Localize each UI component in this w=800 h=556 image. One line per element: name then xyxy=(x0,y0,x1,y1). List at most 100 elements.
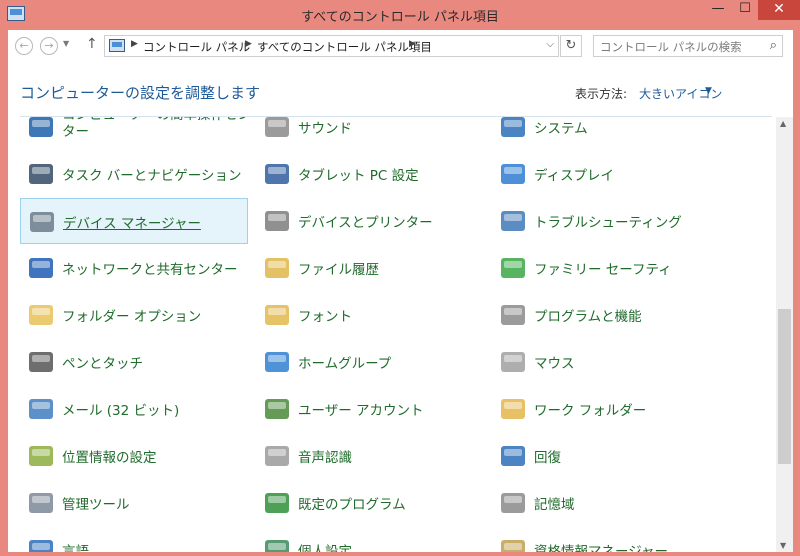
mouse-icon xyxy=(501,352,525,372)
control-panel-item-label: 記憶域 xyxy=(534,497,575,513)
control-panel-item[interactable]: 既定のプログラム xyxy=(256,480,484,526)
control-panel-item-label: ユーザー アカウント xyxy=(298,403,424,419)
breadcrumb-control-panel[interactable]: コントロール パネル xyxy=(143,39,250,55)
control-panel-item[interactable]: コンピューターの簡単操作センター xyxy=(20,117,251,150)
close-button[interactable]: ✕ xyxy=(758,0,800,20)
breadcrumb-separator[interactable]: ▶ xyxy=(409,39,416,49)
control-panel-item[interactable]: ユーザー アカウント xyxy=(256,386,484,432)
control-panel-item[interactable]: 回復 xyxy=(492,433,720,479)
troubleshoot-icon xyxy=(501,211,525,231)
control-panel-item[interactable]: ペンとタッチ xyxy=(20,339,248,385)
control-panel-item-label: ファイル履歴 xyxy=(298,262,379,278)
recovery-icon xyxy=(501,446,525,466)
control-panel-item-label: ディスプレイ xyxy=(534,168,615,184)
control-panel-item-label: デバイス マネージャー xyxy=(63,216,201,232)
window-title: すべてのコントロール パネル項目 xyxy=(301,10,499,25)
page-title: コンピューターの設定を調整します xyxy=(20,84,261,102)
control-panel-item[interactable]: 管理ツール xyxy=(20,480,248,526)
control-panel-item[interactable]: タブレット PC 設定 xyxy=(256,151,484,197)
network-icon xyxy=(29,258,53,278)
vertical-scrollbar[interactable]: ▲ ▼ xyxy=(776,117,793,552)
control-panel-item[interactable]: デバイスとプリンター xyxy=(256,198,484,244)
control-panel-item[interactable]: ディスプレイ xyxy=(492,151,720,197)
monitor-icon xyxy=(501,164,525,184)
control-panel-item[interactable]: ファミリー セーフティ xyxy=(492,245,720,291)
control-panel-item[interactable]: デバイス マネージャー xyxy=(20,198,248,244)
control-panel-item-label: フォント xyxy=(298,309,352,325)
printer-icon xyxy=(265,211,289,231)
font-folder-icon xyxy=(265,305,289,325)
control-panel-item[interactable]: システム xyxy=(492,117,720,150)
programs-icon xyxy=(501,305,525,325)
control-panel-item-label: フォルダー オプション xyxy=(62,309,202,325)
user-accounts-icon xyxy=(265,399,289,419)
control-panel-item[interactable]: プログラムと機能 xyxy=(492,292,720,338)
scroll-down-arrow[interactable]: ▼ xyxy=(780,541,786,550)
ease-of-access-icon xyxy=(29,117,53,137)
scrollbar-thumb[interactable] xyxy=(778,309,791,464)
maximize-button[interactable]: ☐ xyxy=(731,0,759,20)
control-panel-item[interactable]: ネットワークと共有センター xyxy=(20,245,248,291)
storage-spaces-icon xyxy=(501,493,525,513)
work-folder-icon xyxy=(501,399,525,419)
control-panel-item[interactable]: 位置情報の設定 xyxy=(20,433,248,479)
control-panel-item-label: メール (32 ビット) xyxy=(62,403,180,419)
refresh-button[interactable]: ↻ xyxy=(560,35,582,57)
control-panel-item-label: デバイスとプリンター xyxy=(298,215,433,231)
address-dropdown-button[interactable]: ⌵ xyxy=(546,39,554,50)
address-bar[interactable]: ▶ コントロール パネル ▶ すべてのコントロール パネル項目 ▶ ⌵ xyxy=(104,35,559,57)
control-panel-item-label: ホームグループ xyxy=(298,356,392,372)
control-panel-icon xyxy=(109,39,125,52)
mail-icon xyxy=(29,399,53,419)
speaker-icon xyxy=(265,117,289,137)
file-history-icon xyxy=(265,258,289,278)
breadcrumb-separator[interactable]: ▶ xyxy=(245,39,252,49)
control-panel-item[interactable]: 資格情報マネージャー xyxy=(492,527,720,552)
control-panel-items: コンピューターの簡単操作センター サウンド システムタスク バーとナビゲーション タブ… xyxy=(8,117,776,552)
control-panel-window: ← → ▼ ↑ ▶ コントロール パネル ▶ すべてのコントロール パネル項目 … xyxy=(8,30,793,552)
control-panel-item[interactable]: メール (32 ビット) xyxy=(20,386,248,432)
control-panel-item-label: システム xyxy=(534,121,588,137)
control-panel-item[interactable]: 記憶域 xyxy=(492,480,720,526)
control-panel-item-label: 回復 xyxy=(534,450,561,466)
control-panel-item-label: タスク バーとナビゲーション xyxy=(62,168,242,184)
control-panel-item[interactable]: マウス xyxy=(492,339,720,385)
scroll-up-arrow[interactable]: ▲ xyxy=(780,119,786,128)
homegroup-icon xyxy=(265,352,289,372)
location-icon xyxy=(29,446,53,466)
control-panel-item[interactable]: サウンド xyxy=(256,117,484,150)
forward-button[interactable]: → xyxy=(40,37,58,55)
title-bar: すべてのコントロール パネル項目 — ☐ ✕ xyxy=(0,0,800,30)
credential-manager-icon xyxy=(501,540,525,552)
control-panel-item[interactable]: フォルダー オプション xyxy=(20,292,248,338)
tablet-icon xyxy=(265,164,289,184)
search-input[interactable]: コントロール パネルの検索 ⌕ xyxy=(593,35,783,57)
control-panel-item-label: タブレット PC 設定 xyxy=(298,168,419,184)
control-panel-item[interactable]: トラブルシューティング xyxy=(492,198,720,244)
back-button[interactable]: ← xyxy=(15,37,33,55)
control-panel-item[interactable]: 個人設定 xyxy=(256,527,484,552)
navigation-bar: ← → ▼ ↑ ▶ コントロール パネル ▶ すべてのコントロール パネル項目 … xyxy=(8,30,793,62)
control-panel-item-label: コンピューターの簡単操作センター xyxy=(62,117,251,140)
control-panel-item-label: ファミリー セーフティ xyxy=(534,262,672,278)
control-panel-item[interactable]: タスク バーとナビゲーション xyxy=(20,151,248,197)
search-icon[interactable]: ⌕ xyxy=(770,38,777,53)
breadcrumb-separator[interactable]: ▶ xyxy=(131,39,138,49)
control-panel-item-label: 既定のプログラム xyxy=(298,497,406,513)
recent-locations-button[interactable]: ▼ xyxy=(63,39,69,48)
control-panel-item[interactable]: フォント xyxy=(256,292,484,338)
control-panel-item-label: 個人設定 xyxy=(298,544,352,552)
chevron-down-icon[interactable]: ▼ xyxy=(705,86,712,96)
control-panel-item[interactable]: 音声認識 xyxy=(256,433,484,479)
minimize-button[interactable]: — xyxy=(704,0,732,20)
device-manager-icon xyxy=(30,212,54,232)
control-panel-item[interactable]: 言語 xyxy=(20,527,248,552)
up-button[interactable]: ↑ xyxy=(86,36,98,52)
control-panel-item[interactable]: ホームグループ xyxy=(256,339,484,385)
breadcrumb-all-items[interactable]: すべてのコントロール パネル項目 xyxy=(257,39,432,55)
control-panel-item[interactable]: ワーク フォルダー xyxy=(492,386,720,432)
language-icon xyxy=(29,540,53,552)
control-panel-item-label: ペンとタッチ xyxy=(62,356,143,372)
control-panel-item[interactable]: ファイル履歴 xyxy=(256,245,484,291)
control-panel-item-label: 管理ツール xyxy=(62,497,130,513)
